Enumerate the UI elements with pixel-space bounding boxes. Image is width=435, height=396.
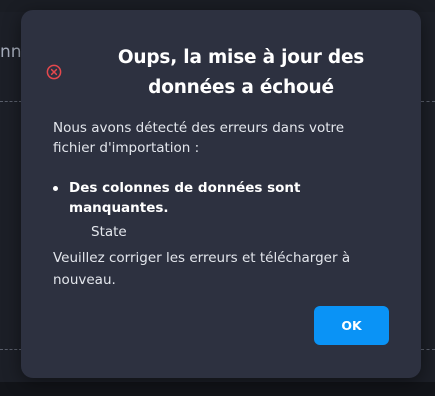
error-circle-x-icon xyxy=(46,64,62,80)
import-error-dialog: Oups, la mise à jour des données a échou… xyxy=(21,10,421,378)
ok-button[interactable]: OK xyxy=(314,306,389,345)
dialog-title-line: données a échoué xyxy=(148,77,334,98)
error-list: Des colonnes de données sont manquantes.… xyxy=(51,178,401,242)
background-divider xyxy=(421,101,435,102)
background-bottom-bar xyxy=(0,382,435,396)
dialog-title: Oups, la mise à jour des données a échou… xyxy=(101,43,381,103)
background-partial-label: nn xyxy=(0,42,22,62)
bullet-icon xyxy=(53,186,58,191)
dialog-instructions: Veuillez corriger les erreurs et télécha… xyxy=(53,247,383,291)
missing-column-name: State xyxy=(91,224,127,240)
dialog-message: Nous avons détecté des erreurs dans votr… xyxy=(53,118,393,158)
error-label: Des colonnes de données sont manquantes. xyxy=(69,180,301,216)
dialog-message-line: fichier d'importation : xyxy=(53,140,200,156)
dialog-message-line: Nous avons détecté des erreurs dans votr… xyxy=(53,120,345,136)
background-divider xyxy=(0,349,22,350)
dialog-instructions-line: nouveau. xyxy=(53,272,116,288)
dialog-instructions-line: Veuillez corriger les erreurs et télécha… xyxy=(53,250,351,266)
list-item: Des colonnes de données sont manquantes.… xyxy=(51,178,401,242)
background-divider xyxy=(0,101,22,102)
background-divider xyxy=(421,349,435,350)
dialog-title-line: Oups, la mise à jour des xyxy=(117,47,365,68)
